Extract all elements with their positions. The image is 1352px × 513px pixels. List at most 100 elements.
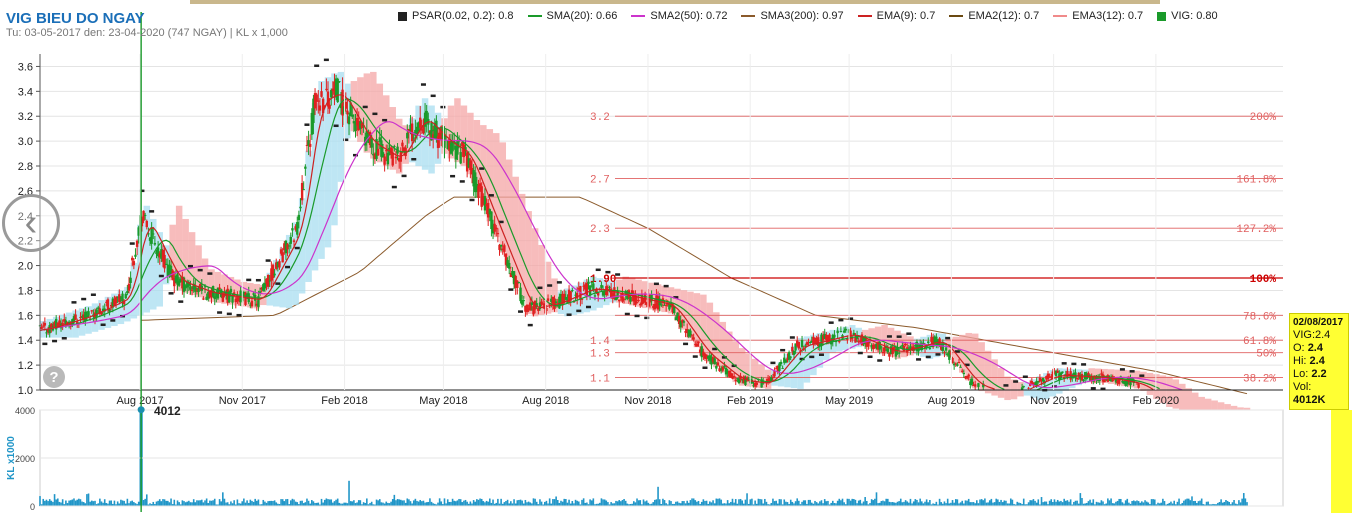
- psar-dot: [265, 259, 271, 262]
- scroll-left-button[interactable]: ‹: [2, 194, 60, 252]
- volume-bar: [938, 498, 941, 506]
- candle-body: [1075, 377, 1079, 380]
- volume-bar: [94, 500, 96, 506]
- candle-body: [957, 362, 961, 364]
- candle-body: [791, 346, 794, 352]
- help-button[interactable]: ?: [43, 366, 65, 388]
- candle-body: [944, 347, 948, 351]
- fibonacci-percent-label: 61.8%: [1243, 336, 1276, 348]
- volume-bar: [390, 501, 392, 506]
- volume-bar: [772, 498, 774, 506]
- candle-body: [635, 302, 639, 304]
- legend-ema12[interactable]: EMA2(12): 0.7: [949, 10, 1039, 22]
- candle-body: [943, 352, 946, 354]
- volume-bar: [123, 500, 125, 506]
- chevron-left-icon: ‹: [24, 201, 38, 244]
- volume-tick-label: 2000: [15, 454, 35, 464]
- volume-bar: [158, 499, 161, 506]
- psar-dot: [440, 105, 446, 109]
- volume-bar: [157, 500, 159, 506]
- volume-bar: [683, 501, 685, 506]
- volume-bar: [251, 500, 253, 506]
- psar-dot: [1013, 380, 1019, 383]
- candle-body: [43, 322, 47, 326]
- volume-bar: [899, 498, 902, 506]
- volume-bar: [840, 500, 842, 506]
- volume-bar: [400, 499, 402, 506]
- volume-bar: [717, 498, 719, 506]
- tooltip-name: VIG:2.4: [1293, 329, 1331, 341]
- price-tick-label: 3.4: [18, 86, 33, 98]
- volume-bar: [783, 499, 786, 506]
- volume-bar: [205, 498, 208, 506]
- volume-bar: [176, 500, 179, 506]
- volume-bar: [988, 500, 991, 506]
- volume-bar: [121, 500, 124, 506]
- legend-sma20[interactable]: SMA(20): 0.66: [527, 10, 617, 22]
- candle-body: [152, 233, 155, 235]
- volume-tick-label: 0: [30, 502, 35, 512]
- volume-bar: [327, 499, 329, 506]
- candle-body: [218, 287, 221, 290]
- volume-bar: [1126, 498, 1129, 506]
- volume-bar: [1100, 500, 1103, 506]
- volume-bar: [1001, 502, 1004, 506]
- legend-ema3[interactable]: EMA3(12): 0.7: [1053, 10, 1143, 22]
- legend-psar[interactable]: PSAR(0.02, 0.2): 0.8: [398, 10, 514, 22]
- volume-bar: [186, 501, 189, 506]
- psar-dot: [663, 284, 669, 288]
- candle-body: [519, 287, 522, 302]
- legend-sma50[interactable]: SMA2(50): 0.72: [631, 10, 727, 22]
- volume-bar: [244, 502, 247, 506]
- candle-body: [163, 254, 166, 269]
- volume-bar: [249, 499, 252, 506]
- fibonacci-percent-label: 100%: [1250, 274, 1277, 286]
- volume-bar: [163, 499, 166, 506]
- psar-dot: [935, 353, 941, 356]
- psar-dot: [702, 366, 708, 369]
- candle-body: [959, 366, 962, 368]
- volume-bar: [709, 501, 711, 506]
- candle-body: [904, 344, 907, 346]
- candle-body: [833, 334, 836, 338]
- volume-bar: [380, 502, 383, 506]
- volume-bar: [199, 500, 201, 506]
- volume-bar: [815, 502, 818, 506]
- volume-bar: [450, 501, 452, 506]
- psar-dot: [255, 278, 261, 282]
- psar-dot: [168, 292, 174, 295]
- candle-body: [585, 282, 589, 297]
- volume-bar: [184, 502, 187, 506]
- volume-bar: [257, 499, 260, 506]
- candle-body: [376, 148, 380, 156]
- volume-bar: [1110, 498, 1112, 506]
- volume-bar: [819, 501, 821, 506]
- candle-body: [886, 348, 890, 353]
- volume-bar: [1205, 501, 1208, 506]
- candle-body: [292, 240, 296, 242]
- volume-bar: [985, 502, 988, 506]
- legend-vig[interactable]: VIG: 0.80: [1157, 10, 1218, 22]
- volume-bar: [170, 498, 172, 506]
- volume-bar: [416, 500, 418, 506]
- volume-bar: [898, 501, 900, 506]
- candle-body: [462, 144, 466, 158]
- volume-bar: [662, 498, 664, 506]
- legend-ema9[interactable]: EMA(9): 0.7: [857, 10, 935, 22]
- volume-bar: [561, 501, 564, 506]
- volume-bar: [382, 502, 384, 506]
- volume-bar: [78, 498, 80, 506]
- legend-sma200[interactable]: SMA3(200): 0.97: [741, 10, 844, 22]
- candle-body: [499, 244, 503, 247]
- volume-bar: [283, 501, 286, 506]
- volume-bar: [1005, 500, 1007, 506]
- psar-dot: [207, 272, 213, 275]
- volume-bar: [385, 501, 388, 506]
- volume-bar: [773, 501, 776, 506]
- volume-bar: [1022, 498, 1025, 506]
- candle-body: [370, 138, 373, 148]
- volume-bar: [556, 499, 559, 506]
- volume-bar: [757, 498, 760, 506]
- volume-bar: [1040, 497, 1043, 506]
- volume-bar: [422, 500, 425, 506]
